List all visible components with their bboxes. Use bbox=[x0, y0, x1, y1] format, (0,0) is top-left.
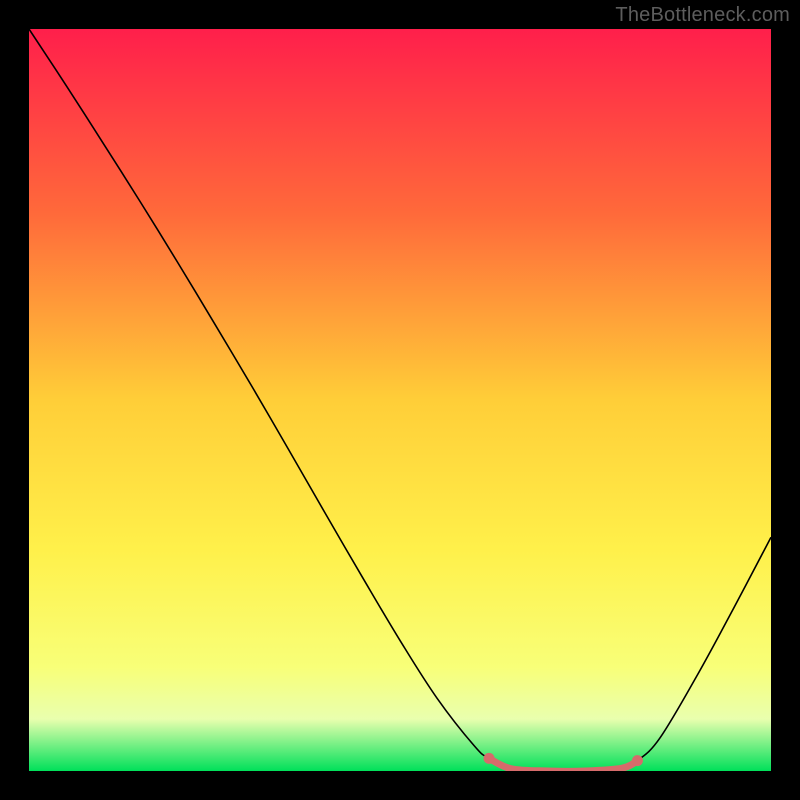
watermark-text: TheBottleneck.com bbox=[615, 4, 790, 27]
plot-svg bbox=[29, 29, 771, 771]
optimal-zone-dot bbox=[632, 755, 643, 766]
plot-area bbox=[29, 29, 771, 771]
optimal-zone-dot bbox=[484, 753, 495, 764]
gradient-background bbox=[29, 29, 771, 771]
chart-frame: TheBottleneck.com bbox=[0, 0, 800, 800]
